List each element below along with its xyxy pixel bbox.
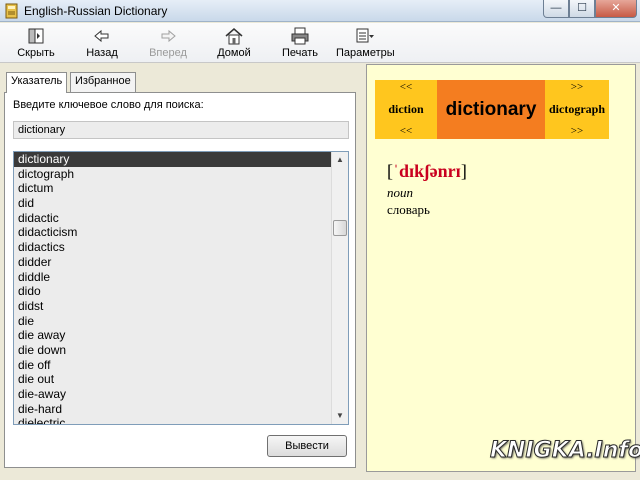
back-button[interactable]: Назад xyxy=(82,25,122,61)
hide-pane-icon xyxy=(28,28,44,44)
word-list[interactable]: dictionary dictograph dictum did didactic did… xyxy=(13,151,349,425)
tab-index[interactable]: Указатель xyxy=(6,72,68,93)
list-item[interactable]: die-away xyxy=(14,387,332,402)
output-button[interactable]: Вывести xyxy=(267,435,347,457)
print-button[interactable]: Печать xyxy=(280,25,320,61)
part-of-speech: noun xyxy=(387,185,413,200)
back-label: Назад xyxy=(86,47,118,59)
title-bar: English-Russian Dictionary — ☐ ✕ xyxy=(0,0,640,22)
scroll-thumb[interactable] xyxy=(333,220,347,236)
list-item[interactable]: didacticism xyxy=(14,225,332,240)
list-item[interactable]: dielectric xyxy=(14,416,332,424)
watermark: KNIGKA.Info xyxy=(489,438,640,464)
search-input[interactable] xyxy=(13,121,349,139)
forward-button[interactable]: Вперед xyxy=(146,25,190,61)
prev-arrow-bottom: << xyxy=(399,125,413,137)
word-items: dictionary dictograph dictum did didactic did… xyxy=(14,152,332,424)
list-item[interactable]: diddle xyxy=(14,270,332,285)
hide-button[interactable]: Скрыть xyxy=(14,25,58,61)
search-prompt: Введите ключевое слово для поиска: xyxy=(13,99,204,111)
list-item[interactable]: dido xyxy=(14,284,332,299)
list-item[interactable]: die-hard xyxy=(14,402,332,417)
dictionary-app-icon xyxy=(5,3,18,19)
list-item[interactable]: didactic xyxy=(14,211,332,226)
list-item[interactable]: didactics xyxy=(14,240,332,255)
printer-icon xyxy=(291,27,309,45)
forward-label: Вперед xyxy=(149,47,187,59)
print-label: Печать xyxy=(281,47,319,59)
prev-word-nav[interactable]: << diction << xyxy=(375,80,437,139)
index-panel: Указатель Избранное Введите ключевое сло… xyxy=(0,64,360,472)
entry-panel: << diction << dictionary >> dictograph >… xyxy=(366,64,636,472)
home-label: Домой xyxy=(217,47,251,59)
list-item[interactable]: die out xyxy=(14,372,332,387)
list-item[interactable]: dictum xyxy=(14,181,332,196)
list-item[interactable]: die xyxy=(14,314,332,329)
transcription: [ˈdɪkʃənrɪ] xyxy=(387,161,467,182)
entry-nav-bar: << diction << dictionary >> dictograph >… xyxy=(375,80,609,139)
list-item[interactable]: did xyxy=(14,196,332,211)
translation: словарь xyxy=(387,202,430,217)
next-arrow-top: >> xyxy=(570,81,584,93)
transcription-text: ˈdɪkʃənrɪ xyxy=(393,161,461,181)
next-word-nav[interactable]: >> dictograph >> xyxy=(545,80,609,139)
bracket-close: ] xyxy=(460,161,467,181)
options-label: Параметры xyxy=(336,47,395,59)
toolbar: Скрыть Назад Вперед Домой Печать Парамет… xyxy=(0,23,640,63)
next-word: dictograph xyxy=(548,102,605,116)
scroll-down-arrow-icon[interactable]: ▼ xyxy=(332,408,348,424)
scroll-up-arrow-icon[interactable]: ▲ xyxy=(332,152,348,168)
window-title: English-Russian Dictionary xyxy=(24,4,168,18)
tab-favorites[interactable]: Избранное xyxy=(70,72,136,92)
word-list-scrollbar[interactable]: ▲ ▼ xyxy=(331,152,348,424)
list-item[interactable]: dictograph xyxy=(14,167,332,182)
list-item[interactable]: didst xyxy=(14,299,332,314)
arrow-left-icon xyxy=(94,29,109,43)
list-item[interactable]: dictionary xyxy=(14,152,332,167)
list-item[interactable]: die off xyxy=(14,358,332,373)
list-item[interactable]: die away xyxy=(14,328,332,343)
minimize-button[interactable]: — xyxy=(543,0,569,18)
hide-label: Скрыть xyxy=(17,47,55,59)
list-item[interactable]: didder xyxy=(14,255,332,270)
home-icon xyxy=(225,28,243,45)
options-icon xyxy=(356,28,374,43)
next-arrow-bottom: >> xyxy=(570,125,584,137)
options-button[interactable]: Параметры xyxy=(336,25,395,61)
prev-word: diction xyxy=(388,102,424,116)
arrow-right-icon xyxy=(161,29,176,43)
close-button[interactable]: ✕ xyxy=(595,0,637,18)
list-item[interactable]: die down xyxy=(14,343,332,358)
index-tab-pane: Введите ключевое слово для поиска: dicti… xyxy=(4,92,356,468)
current-word: dictionary xyxy=(445,99,537,120)
home-button[interactable]: Домой xyxy=(214,25,254,61)
prev-arrow-top: << xyxy=(399,81,413,93)
maximize-button[interactable]: ☐ xyxy=(569,0,595,18)
current-word-box: dictionary xyxy=(437,80,545,139)
